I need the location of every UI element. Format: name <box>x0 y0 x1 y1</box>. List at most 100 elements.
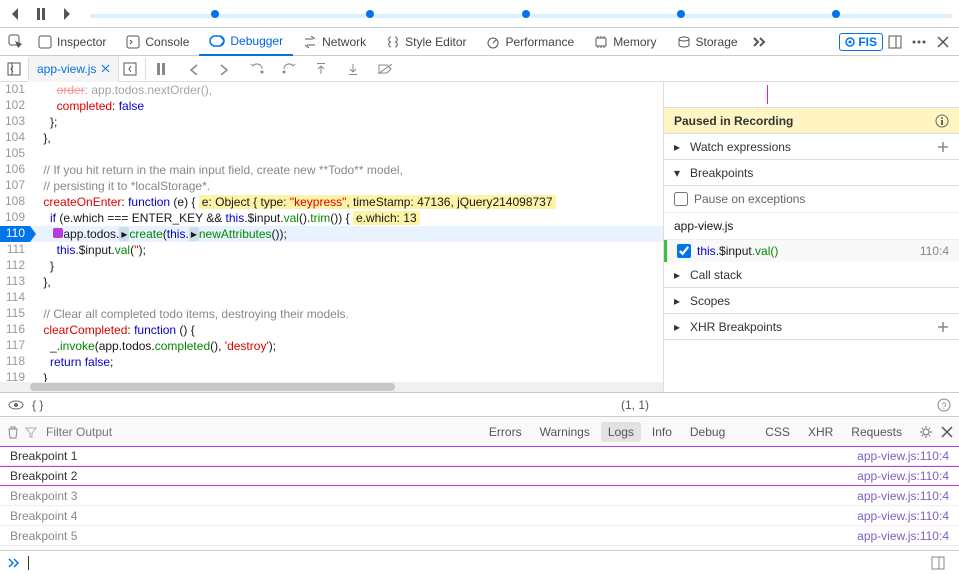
console-message-row[interactable]: Breakpoint 3app-view.js:110:4 <box>0 486 959 506</box>
code-line[interactable]: 111 this.$input.val(''); <box>0 242 663 258</box>
line-number[interactable]: 105 <box>0 146 30 162</box>
tab-console[interactable]: Console <box>116 28 199 56</box>
console-message-row[interactable]: Breakpoint 5app-view.js:110:4 <box>0 526 959 546</box>
step-over-button[interactable] <box>214 58 236 80</box>
reverse-step-out-button[interactable] <box>310 58 332 80</box>
line-number[interactable]: 113 <box>0 274 30 290</box>
filter-info[interactable]: Info <box>645 422 679 442</box>
pick-element-button[interactable] <box>4 30 28 54</box>
step-back-button[interactable] <box>6 5 24 23</box>
console-message-row[interactable]: Breakpoint 4app-view.js:110:4 <box>0 506 959 526</box>
code-line[interactable]: 103 }; <box>0 114 663 130</box>
add-xhr-breakpoint-button[interactable] <box>937 321 949 333</box>
code-line[interactable]: 113 }, <box>0 274 663 290</box>
code-line[interactable]: 104 }, <box>0 130 663 146</box>
code-line[interactable]: 116 clearCompleted: function () { <box>0 322 663 338</box>
code-line[interactable]: 101 order: app.todos.nextOrder(), <box>0 82 663 98</box>
scopes-header[interactable]: ▸ Scopes <box>664 288 959 314</box>
line-number[interactable]: 118 <box>0 354 30 370</box>
step-out-button[interactable] <box>342 58 364 80</box>
deactivate-breakpoints-button[interactable] <box>374 58 396 80</box>
code-line[interactable]: 106 // If you hit return in the main inp… <box>0 162 663 178</box>
reverse-step-in-button[interactable] <box>246 58 268 80</box>
line-number[interactable]: 106 <box>0 162 30 178</box>
step-in-button[interactable] <box>278 58 300 80</box>
call-stack-header[interactable]: ▸ Call stack <box>664 262 959 288</box>
info-icon[interactable] <box>935 114 949 128</box>
line-number[interactable]: 104 <box>0 130 30 146</box>
line-number[interactable]: 109 <box>0 210 30 226</box>
code-line[interactable]: 109 if (e.which === ENTER_KEY && this.$i… <box>0 210 663 226</box>
tab-debugger[interactable]: Debugger <box>199 28 293 56</box>
code-line[interactable]: 118 return false; <box>0 354 663 370</box>
code-line[interactable]: 115 // Clear all completed todo items, d… <box>0 306 663 322</box>
pause-on-exceptions-row[interactable]: Pause on exceptions <box>664 186 959 213</box>
console-settings-button[interactable] <box>919 425 933 439</box>
fis-indicator[interactable]: FIS <box>839 33 883 51</box>
pause-button[interactable] <box>32 5 50 23</box>
close-console-button[interactable] <box>941 426 953 438</box>
code-line[interactable]: 110 app.todos.▸create(this.▸newAttribute… <box>0 226 663 242</box>
timeline-track[interactable] <box>90 2 953 26</box>
add-watch-button[interactable] <box>937 141 949 153</box>
pause-resume-button[interactable] <box>150 58 172 80</box>
line-number[interactable]: 110 <box>0 226 30 242</box>
code-line[interactable]: 114 <box>0 290 663 306</box>
line-number[interactable]: 103 <box>0 114 30 130</box>
code-line[interactable]: 105 <box>0 146 663 162</box>
tab-inspector[interactable]: Inspector <box>28 28 116 56</box>
filter-xhr[interactable]: XHR <box>801 422 840 442</box>
code-line[interactable]: 102 completed: false <box>0 98 663 114</box>
code-line[interactable]: 107 // persisting it to *localStorage*. <box>0 178 663 194</box>
filter-requests[interactable]: Requests <box>844 422 909 442</box>
tab-style-editor[interactable]: Style Editor <box>376 28 476 56</box>
close-file-tab-button[interactable] <box>101 64 110 73</box>
eye-icon[interactable] <box>8 400 24 410</box>
dock-mode-button[interactable] <box>883 30 907 54</box>
overflow-tabs-button[interactable] <box>748 30 772 54</box>
meatball-menu-button[interactable] <box>907 30 931 54</box>
watch-expressions-header[interactable]: ▸ Watch expressions <box>664 134 959 160</box>
pause-on-exceptions-checkbox[interactable] <box>674 192 688 206</box>
console-messages[interactable]: Breakpoint 1app-view.js:110:4Breakpoint … <box>0 446 959 550</box>
filter-debug[interactable]: Debug <box>683 422 732 442</box>
message-source-link[interactable]: app-view.js:110:4 <box>857 509 949 523</box>
message-source-link[interactable]: app-view.js:110:4 <box>857 529 949 543</box>
horizontal-scrollbar[interactable] <box>0 382 663 392</box>
source-editor[interactable]: 101 order: app.todos.nextOrder(),102 com… <box>0 82 663 392</box>
prompt-cursor[interactable] <box>28 556 29 570</box>
message-source-link[interactable]: app-view.js:110:4 <box>857 489 949 503</box>
breakpoint-file-heading[interactable]: app-view.js <box>664 213 959 240</box>
sidebar-minimap[interactable] <box>664 82 959 108</box>
toggle-sources-tree-button[interactable] <box>3 58 25 80</box>
file-tab[interactable]: app-view.js <box>29 56 119 82</box>
filter-errors[interactable]: Errors <box>482 422 529 442</box>
filter-warnings[interactable]: Warnings <box>533 422 597 442</box>
line-number[interactable]: 101 <box>0 82 30 98</box>
outline-button[interactable] <box>119 58 141 80</box>
line-number[interactable]: 111 <box>0 242 30 258</box>
reverse-step-over-button[interactable] <box>182 58 204 80</box>
message-source-link[interactable]: app-view.js:110:4 <box>857 469 949 483</box>
console-message-row[interactable]: Breakpoint 2app-view.js:110:4 <box>0 466 959 486</box>
step-forward-button[interactable] <box>58 5 76 23</box>
line-number[interactable]: 108 <box>0 194 30 210</box>
line-number[interactable]: 117 <box>0 338 30 354</box>
message-source-link[interactable]: app-view.js:110:4 <box>857 449 949 463</box>
breakpoints-header[interactable]: ▾ Breakpoints <box>664 160 959 186</box>
line-number[interactable]: 102 <box>0 98 30 114</box>
xhr-breakpoints-header[interactable]: ▸ XHR Breakpoints <box>664 314 959 340</box>
split-console-icon[interactable] <box>931 556 951 570</box>
filter-css[interactable]: CSS <box>758 422 797 442</box>
close-devtools-button[interactable] <box>931 30 955 54</box>
tab-network[interactable]: Network <box>293 28 376 56</box>
help-icon[interactable]: ? <box>937 398 951 412</box>
clear-console-button[interactable] <box>6 425 20 439</box>
filter-logs[interactable]: Logs <box>601 422 641 442</box>
code-line[interactable]: 112 } <box>0 258 663 274</box>
line-number[interactable]: 114 <box>0 290 30 306</box>
line-number[interactable]: 116 <box>0 322 30 338</box>
line-number[interactable]: 112 <box>0 258 30 274</box>
line-number[interactable]: 107 <box>0 178 30 194</box>
line-number[interactable]: 115 <box>0 306 30 322</box>
